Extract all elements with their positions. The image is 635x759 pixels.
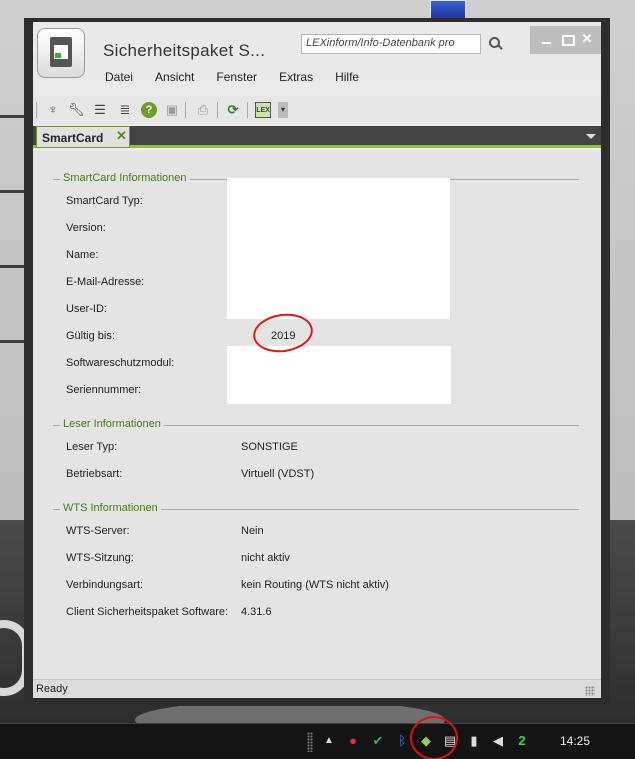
field-label: Version:	[66, 222, 106, 234]
menu-hilfe[interactable]: Hilfe	[327, 70, 367, 90]
tab-menu-arrow-icon[interactable]	[586, 134, 596, 139]
tab-label: SmartCard	[42, 131, 104, 145]
app-window: Sicherheitspaket S... LEXinform/Info-Dat…	[24, 18, 610, 706]
resize-grip-icon[interactable]	[585, 686, 595, 696]
status-text: Ready	[36, 683, 68, 695]
section-title-reader: Leser Informationen	[60, 418, 164, 430]
field-label: Leser Typ:	[66, 441, 118, 453]
green-check-icon[interactable]: ✔	[370, 733, 386, 749]
field-label: Client Sicherheitspaket Software:	[66, 606, 229, 618]
section-title-wts: WTS Informationen	[60, 502, 161, 514]
menu-extras[interactable]: Extras	[271, 70, 321, 90]
tree-icon[interactable]: ♆	[45, 102, 61, 118]
toolbar-separator	[247, 102, 248, 118]
close-button[interactable]: ✕	[577, 32, 597, 48]
smartcard-panel: SmartCard Informationen SmartCard Typ: V…	[33, 151, 601, 679]
redacted-area	[227, 346, 451, 404]
numbered-list-icon[interactable]: ≣	[117, 102, 133, 118]
print-icon[interactable]: ⎙	[195, 102, 211, 118]
toolbar-separator	[36, 102, 37, 118]
tab-smartcard[interactable]: SmartCard ✕	[36, 126, 130, 148]
device-icon[interactable]: ▮	[466, 733, 482, 749]
annotation-circle	[410, 716, 458, 759]
wrench-icon[interactable]: 🔧︎	[68, 102, 85, 118]
field-label: Softwareschutzmodul:	[66, 357, 175, 369]
field-label: Betriebsart:	[66, 468, 123, 480]
save-icon[interactable]: ▣	[164, 102, 180, 118]
toolbar: ♆ 🔧︎ ☰ ≣ ? ▣ ⎙ ⟳ LEX ▾	[33, 96, 601, 124]
clock[interactable]: 14:25	[560, 734, 590, 748]
desktop-shortcut-icon[interactable]	[430, 0, 466, 20]
toolbar-separator	[217, 102, 218, 118]
window-frame: Sicherheitspaket S... LEXinform/Info-Dat…	[33, 22, 601, 698]
volume-icon[interactable]: ◀	[490, 733, 506, 749]
section-title-smartcard: SmartCard Informationen	[60, 172, 190, 184]
menu-datei[interactable]: Datei	[95, 70, 141, 90]
field-label: E-Mail-Adresse:	[66, 276, 145, 288]
status-bar: Ready	[33, 679, 601, 698]
field-label: WTS-Server:	[66, 525, 130, 537]
tray-grip	[307, 732, 313, 752]
refresh-icon[interactable]: ⟳	[225, 102, 241, 118]
lex-icon[interactable]: LEX	[255, 102, 271, 118]
field-value: Virtuell (VDST)	[241, 468, 315, 480]
field-label: Name:	[66, 249, 99, 261]
show-hidden-icons-icon[interactable]: ▲	[321, 733, 337, 749]
field-value: nicht aktiv	[241, 552, 290, 564]
field-label: Verbindungsart:	[66, 579, 144, 591]
field-label: SmartCard Typ:	[66, 195, 143, 207]
indent-list-icon[interactable]: ☰	[92, 102, 108, 118]
field-value: 4.31.6	[241, 606, 272, 618]
traffic-light-icon[interactable]: ●	[345, 733, 361, 749]
field-value: SONSTIGE	[241, 441, 298, 453]
redacted-area	[227, 178, 450, 319]
field-label: WTS-Sitzung:	[66, 552, 134, 564]
menu-bar: Datei Ansicht Fenster Extras Hilfe	[95, 70, 367, 90]
field-label: Gültig bis:	[66, 330, 115, 342]
smartcard-app-icon	[37, 28, 85, 78]
tab-close-icon[interactable]: ✕	[116, 128, 127, 144]
green-digit-icon[interactable]: 2	[514, 733, 530, 749]
help-icon[interactable]: ?	[141, 102, 157, 118]
bluetooth-icon[interactable]: ᛒ	[394, 733, 410, 749]
field-value: Nein	[241, 525, 264, 537]
menu-ansicht[interactable]: Ansicht	[147, 70, 202, 90]
toolbar-separator	[185, 102, 186, 118]
minimize-button[interactable]	[537, 32, 557, 48]
field-label: Seriennummer:	[66, 384, 142, 396]
field-value: kein Routing (WTS nicht aktiv)	[241, 579, 389, 591]
search-input[interactable]: LEXinform/Info-Datenbank pro	[301, 34, 481, 54]
menu-fenster[interactable]: Fenster	[208, 70, 265, 90]
window-title: Sicherheitspaket S...	[103, 41, 266, 60]
maximize-button[interactable]	[557, 32, 577, 48]
tab-strip: SmartCard ✕	[33, 126, 601, 148]
title-bar[interactable]: Sicherheitspaket S... LEXinform/Info-Dat…	[33, 22, 601, 84]
search-icon[interactable]	[487, 35, 505, 53]
dropdown-icon[interactable]: ▾	[278, 102, 288, 118]
field-label: User-ID:	[66, 303, 107, 315]
taskbar: ▲ ● ✔ ᛒ ◆ ▤ ▮ ◀ 2 14:25	[0, 716, 635, 759]
